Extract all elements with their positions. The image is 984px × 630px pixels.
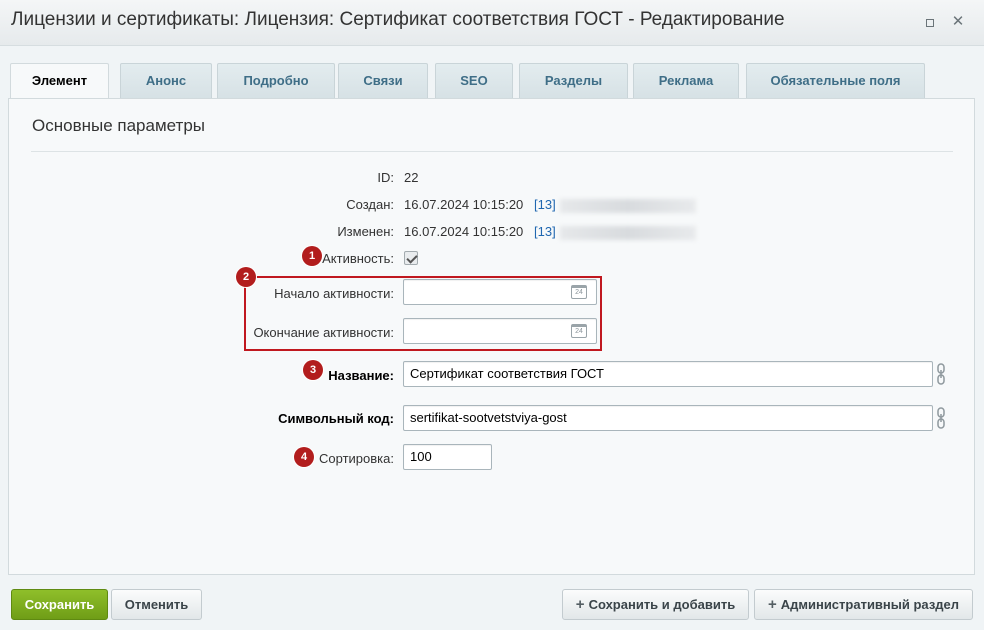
active-to-label: Окончание активности:	[253, 325, 394, 340]
tab-seo[interactable]: SEO	[435, 63, 513, 99]
code-input[interactable]: sertifikat-sootvetstviya-gost	[403, 405, 933, 431]
edit-dialog: Лицензии и сертификаты: Лицензия: Сертиф…	[0, 0, 984, 630]
sort-input[interactable]: 100	[403, 444, 492, 470]
plus-icon: +	[575, 596, 585, 613]
tab-details[interactable]: Подробно	[217, 63, 335, 99]
maximize-button[interactable]	[922, 14, 938, 30]
active-from-label: Начало активности:	[274, 286, 394, 301]
admin-section-button[interactable]: + Административный раздел	[754, 589, 973, 620]
modified-user-name-blurred	[560, 226, 696, 240]
created-user-name-blurred	[560, 199, 696, 213]
plus-icon: +	[767, 596, 777, 613]
modified-label: Изменен:	[337, 224, 394, 239]
tab-advertising[interactable]: Реклама	[633, 63, 739, 99]
maximize-icon	[926, 19, 934, 27]
created-value: 16.07.2024 10:15:20	[404, 197, 524, 212]
chain-link-icon[interactable]	[935, 362, 947, 386]
tab-sections[interactable]: Разделы	[519, 63, 628, 99]
active-from-input[interactable]	[403, 279, 597, 305]
cancel-button[interactable]: Отменить	[111, 589, 202, 620]
modified-user-link[interactable]: [13]	[534, 224, 556, 239]
modified-value: 16.07.2024 10:15:20	[404, 224, 524, 239]
id-label: ID:	[377, 170, 394, 185]
active-to-input[interactable]	[403, 318, 597, 344]
annotation-badge-2: 2	[236, 267, 256, 287]
title-bar[interactable]: Лицензии и сертификаты: Лицензия: Сертиф…	[0, 0, 984, 46]
section-divider	[31, 151, 953, 152]
tab-links[interactable]: Связи	[338, 63, 428, 99]
tab-element[interactable]: Элемент	[10, 63, 109, 100]
code-label: Символьный код:	[278, 411, 394, 426]
created-user-link[interactable]: [13]	[534, 197, 556, 212]
calendar-icon[interactable]: 24	[571, 324, 587, 338]
active-checkbox[interactable]	[404, 251, 418, 265]
created-label: Создан:	[346, 197, 394, 212]
tab-required-fields[interactable]: Обязательные поля	[746, 63, 925, 99]
annotation-badge-3: 3	[303, 360, 323, 380]
tab-announce[interactable]: Анонс	[120, 63, 212, 99]
save-button[interactable]: Сохранить	[11, 589, 108, 620]
id-value: 22	[404, 170, 419, 185]
name-label: Название:	[328, 368, 394, 383]
active-label: Активность:	[322, 251, 394, 266]
save-and-add-label: Сохранить и добавить	[588, 597, 736, 612]
save-and-add-button[interactable]: + Сохранить и добавить	[562, 589, 749, 620]
admin-section-label: Административный раздел	[780, 597, 960, 612]
annotation-badge-4: 4	[294, 447, 314, 467]
name-input[interactable]: Сертификат соответствия ГОСТ	[403, 361, 933, 387]
annotation-badge-1: 1	[302, 246, 322, 266]
chain-link-icon[interactable]	[935, 406, 947, 430]
close-icon[interactable]: ✕	[950, 14, 966, 30]
calendar-icon[interactable]: 24	[571, 285, 587, 299]
dialog-title: Лицензии и сертификаты: Лицензия: Сертиф…	[11, 9, 785, 30]
sort-label: Сортировка:	[319, 451, 394, 466]
section-title: Основные параметры	[32, 116, 205, 135]
